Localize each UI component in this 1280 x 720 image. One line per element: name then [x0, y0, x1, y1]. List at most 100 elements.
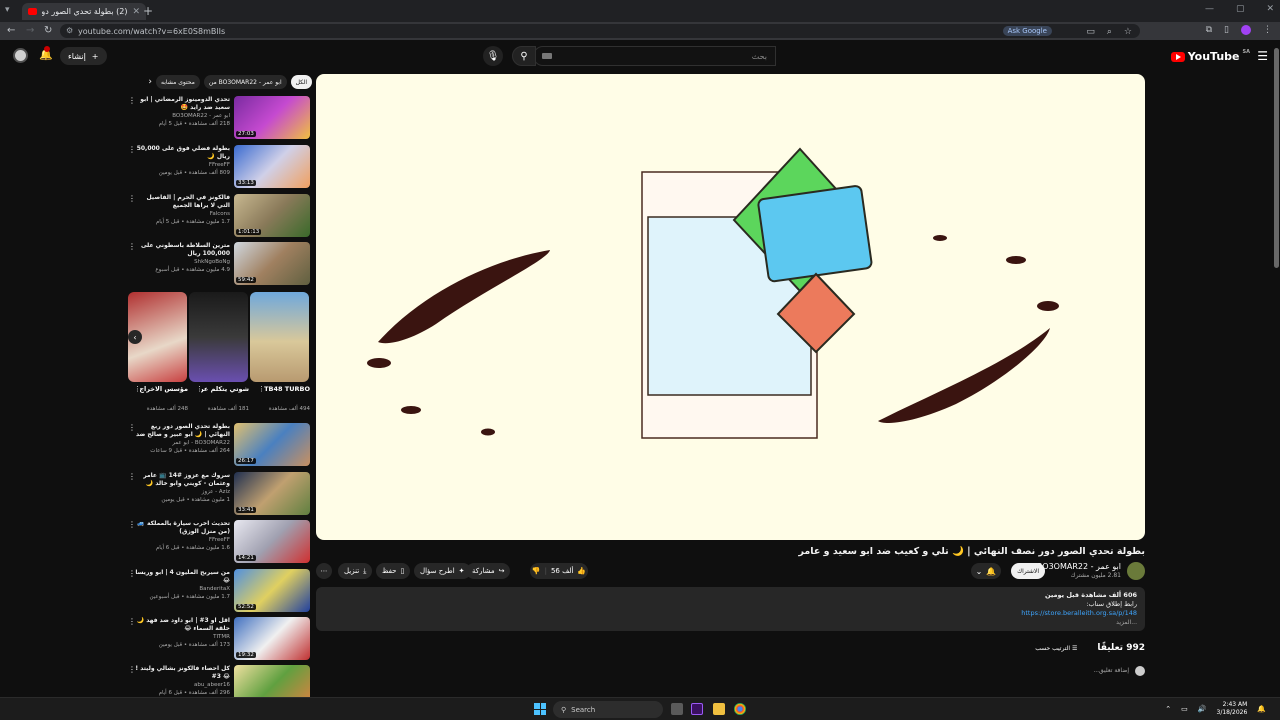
more-vertical-icon[interactable]: ⋮	[128, 569, 136, 578]
subscribe-button[interactable]: الاشتراك	[1011, 563, 1045, 579]
more-vertical-icon[interactable]: ⋮	[128, 96, 136, 105]
like-dislike-button[interactable]: 👎 | 56 ألف 👍	[530, 563, 588, 579]
more-vertical-icon[interactable]: ⋮	[128, 472, 136, 481]
more-vertical-icon[interactable]: ⋮	[128, 194, 136, 203]
maximize-icon[interactable]: ▢	[1236, 4, 1245, 14]
account-avatar[interactable]	[13, 48, 28, 63]
video-thumbnail[interactable]: 27:03	[234, 96, 310, 139]
ask-button[interactable]: اطرح سؤال ✦	[414, 563, 471, 579]
back-icon[interactable]: ←	[7, 25, 15, 36]
taskbar-clock[interactable]: 2:43 AM 3/18/2026	[1217, 701, 1248, 717]
video-channel[interactable]: TITMR	[134, 633, 230, 641]
video-description[interactable]: 606 ألف مشاهدة قبل يومين رابط إطلاق سناب…	[316, 587, 1145, 631]
more-vertical-icon[interactable]: ⋮	[128, 242, 136, 251]
recommendation-item[interactable]: 33:41 سروك مع عزوز #14 📺 عامر وعثمان - كو…	[128, 472, 310, 516]
ask-google-button[interactable]: Ask Google	[1002, 26, 1052, 36]
description-link[interactable]: https://store.beralleith.org.sa/p/148	[324, 609, 1137, 618]
tab-close-icon[interactable]: ✕	[132, 7, 140, 17]
notification-center-icon[interactable]: 🔔	[1257, 705, 1266, 713]
video-channel[interactable]: BO3OMAR22 - ابو عمر	[134, 439, 230, 447]
short-title[interactable]: شوتي يتكلم عن مشاركته ف...	[201, 385, 249, 393]
zoom-icon[interactable]: ⌕	[1107, 27, 1112, 37]
video-thumbnail[interactable]: 19:32	[234, 617, 310, 660]
video-thumbnail[interactable]: 52:52	[234, 569, 310, 612]
video-thumbnail[interactable]: 33:13	[234, 145, 310, 188]
reload-icon[interactable]: ↻	[44, 25, 52, 36]
chip-related[interactable]: محتوى مشابه	[156, 75, 200, 89]
short-thumbnail[interactable]	[250, 292, 309, 382]
video-channel[interactable]: Aziz - عزوز	[134, 488, 230, 496]
tab-search-icon[interactable]: ▾	[5, 5, 17, 17]
video-title[interactable]: بطولة فضلي فوق على 50,000 ريال 🌙	[134, 145, 230, 161]
video-thumbnail[interactable]: 59:42	[234, 242, 310, 285]
video-thumbnail[interactable]: 26:17	[234, 423, 310, 466]
address-bar[interactable]: ⚙ youtube.com/watch?v=6xE0S8mBlIs Ask Go…	[60, 24, 1140, 38]
search-input[interactable]: بحث	[533, 46, 776, 66]
video-title[interactable]: تحدي الدومينوز الرمضاني | ابو سعيد ضد را…	[134, 96, 230, 112]
like-icon[interactable]: 👍	[577, 567, 586, 575]
premiere-icon[interactable]	[691, 703, 703, 715]
create-button[interactable]: إنشاء +	[60, 47, 107, 65]
short-title[interactable]: مؤسس الاخراج ...	[140, 385, 188, 393]
short-title[interactable]: TB48 TURBO 🔥	[262, 385, 310, 393]
more-vertical-icon[interactable]: ⋮	[128, 145, 136, 154]
video-title[interactable]: فالكونز في الحرم | الفاصيل التي لا يراها…	[134, 194, 230, 210]
notification-preferences-button[interactable]: ⌄ 🔔	[971, 563, 1001, 579]
search-button[interactable]: ⚲	[512, 46, 536, 66]
video-channel[interactable]: Falcons	[134, 210, 230, 218]
video-channel[interactable]: ابو عمر - BO3OMAR22	[134, 112, 230, 120]
video-channel[interactable]: abu_abeer16	[134, 681, 230, 689]
minimize-icon[interactable]: —	[1205, 4, 1214, 14]
video-thumbnail[interactable]: 14:21	[234, 520, 310, 563]
extensions-icon[interactable]: ⧉	[1206, 25, 1212, 35]
new-tab-icon[interactable]: +	[143, 4, 153, 18]
recommendation-item[interactable]: 52:52 من سيربح المليون 4 | ابو وريسا 😂 Ban…	[128, 569, 310, 613]
channel-avatar[interactable]	[1127, 562, 1145, 580]
video-channel[interactable]: BanderitaX	[134, 585, 230, 593]
sidepanel-icon[interactable]: ▯	[1224, 25, 1229, 35]
add-comment-input[interactable]: إضافة تعليق...	[1093, 667, 1129, 674]
youtube-logo[interactable]: YouTube SA	[1170, 49, 1250, 63]
save-button[interactable]: حفظ ▯	[376, 563, 411, 579]
video-title[interactable]: بطولة تحدي الصور دور ربع النهائي | 🌙 ابو…	[134, 423, 230, 439]
video-channel[interactable]: FFreeFF	[134, 536, 230, 544]
shorts-prev-icon[interactable]: ‹	[128, 330, 142, 344]
recommendation-item[interactable]: 1:01:13 فالكونز في الحرم | الفاصيل التي ل…	[128, 194, 310, 238]
more-vertical-icon[interactable]: ⋮	[128, 520, 136, 529]
network-icon[interactable]: ▭	[1181, 705, 1188, 713]
video-thumbnail[interactable]: 33:41	[234, 472, 310, 515]
video-title[interactable]: كل احصاء فالكونز بشالي وليتد ! 😂 3#	[134, 665, 230, 681]
guide-menu-icon[interactable]: ☰	[1257, 49, 1268, 63]
task-view-icon[interactable]	[671, 703, 683, 715]
more-vertical-icon[interactable]: ⋮	[128, 617, 136, 626]
video-title[interactable]: سروك مع عزوز #14 📺 عامر وعثمان - كويني و…	[134, 472, 230, 488]
recommendation-item[interactable]: 27:03 تحدي الدومينوز الرمضاني | ابو سعيد …	[128, 96, 310, 140]
chips-next-icon[interactable]: ›	[148, 77, 152, 87]
video-channel[interactable]: ShkNgoBoNg	[134, 258, 230, 266]
show-more-link[interactable]: ...المزيد	[324, 618, 1137, 627]
chip-all[interactable]: الكل	[290, 75, 312, 89]
profile-avatar[interactable]	[1241, 25, 1251, 35]
page-scrollbar[interactable]	[1274, 48, 1279, 268]
chip-from-channel[interactable]: من BO3OMAR22 - ابو عمر	[203, 75, 287, 89]
more-vertical-icon[interactable]: ⋮	[128, 665, 136, 674]
download-button[interactable]: تنزيل ⤓	[338, 563, 373, 579]
cast-icon[interactable]: ▭	[1086, 27, 1095, 37]
more-vertical-icon[interactable]: ⋮	[128, 423, 136, 432]
chrome-taskbar-icon[interactable]	[734, 703, 746, 715]
forward-icon[interactable]: →	[26, 25, 34, 36]
dislike-icon[interactable]: 👎	[532, 567, 541, 575]
more-actions-button[interactable]: ⋯	[316, 563, 332, 579]
tray-overflow-icon[interactable]: ⌃	[1165, 705, 1171, 713]
volume-icon[interactable]: 🔊	[1198, 705, 1207, 713]
video-title[interactable]: تحديث اخرب سيارة بالمملكة 🚙 (من منزل الو…	[134, 520, 230, 536]
recommendation-item[interactable]: 19:32 اقل او 3# | ابو داود ضد فهد 🌙 حلقة …	[128, 617, 310, 661]
recommendation-item[interactable]: 59:42 مترين السلاطة باسطوني على 100,000 ر…	[128, 242, 310, 286]
recommendation-item[interactable]: 14:21 تحديث اخرب سيارة بالمملكة 🚙 (من منز…	[128, 520, 310, 564]
recommendation-item[interactable]: 26:17 بطولة تحدي الصور دور ربع النهائي | …	[128, 423, 310, 467]
voice-search-button[interactable]: 🎙	[483, 46, 503, 66]
keyboard-icon[interactable]	[542, 53, 552, 59]
taskbar-search[interactable]: ⚲ Search	[553, 701, 663, 718]
start-windows-icon[interactable]	[534, 703, 546, 715]
chrome-menu-icon[interactable]: ⋮	[1263, 25, 1272, 35]
